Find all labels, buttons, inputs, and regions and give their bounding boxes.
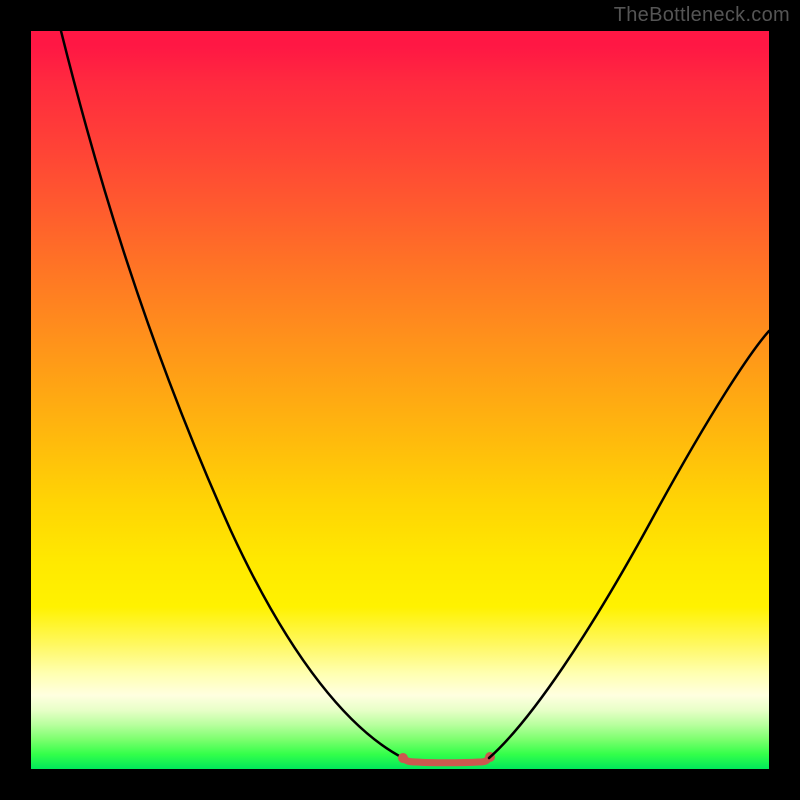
right-curve xyxy=(489,331,769,758)
plot-area xyxy=(31,31,769,769)
curve-overlay xyxy=(31,31,769,769)
left-curve xyxy=(61,31,403,758)
chart-frame: TheBottleneck.com xyxy=(0,0,800,800)
flat-bottom xyxy=(403,758,489,763)
flat-bottom-cap-left xyxy=(398,753,408,763)
watermark-text: TheBottleneck.com xyxy=(614,4,790,27)
